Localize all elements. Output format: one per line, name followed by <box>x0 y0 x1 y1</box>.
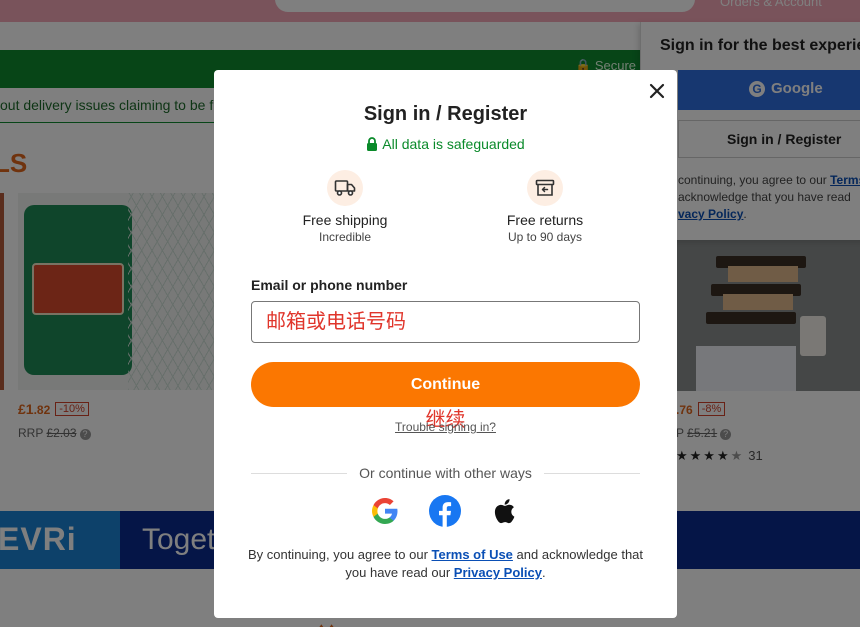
legal-prefix: By continuing, you agree to our <box>247 547 432 562</box>
terms-of-use-link[interactable]: Terms of Use <box>432 547 513 562</box>
return-box-icon <box>527 170 563 206</box>
legal-text: By continuing, you agree to our Terms of… <box>244 546 647 582</box>
perk-subtitle: Up to 90 days <box>507 230 583 244</box>
safe-data-text: All data is safeguarded <box>382 136 525 152</box>
google-icon <box>372 498 398 524</box>
email-phone-label: Email or phone number <box>251 277 408 293</box>
trouble-signing-in-link[interactable]: Trouble signing in? <box>214 420 677 434</box>
apple-signin-button[interactable] <box>488 494 524 530</box>
signin-modal: Sign in / Register All data is safeguard… <box>214 70 677 618</box>
apple-icon <box>494 499 515 524</box>
close-button[interactable] <box>646 80 668 102</box>
continue-button[interactable]: Continue <box>251 362 640 407</box>
google-signin-button[interactable] <box>368 494 404 530</box>
email-phone-input[interactable] <box>251 301 640 343</box>
facebook-signin-button[interactable] <box>428 494 464 530</box>
facebook-icon <box>429 495 461 527</box>
perk-subtitle: Incredible <box>318 230 372 244</box>
close-icon <box>649 83 665 99</box>
safe-data-notice: All data is safeguarded <box>214 136 677 152</box>
divider-line <box>544 473 640 474</box>
perk-free-shipping: Free shipping Incredible <box>265 170 425 244</box>
social-divider: Or continue with other ways <box>251 465 640 481</box>
perk-free-returns: Free returns Up to 90 days <box>465 170 625 244</box>
lock-icon <box>367 137 378 151</box>
perk-title: Free returns <box>506 212 584 228</box>
privacy-policy-link[interactable]: Privacy Policy <box>454 565 542 580</box>
legal-suffix: . <box>541 565 546 580</box>
perk-title: Free shipping <box>302 212 388 228</box>
modal-title: Sign in / Register <box>363 103 528 125</box>
truck-icon <box>327 170 363 206</box>
